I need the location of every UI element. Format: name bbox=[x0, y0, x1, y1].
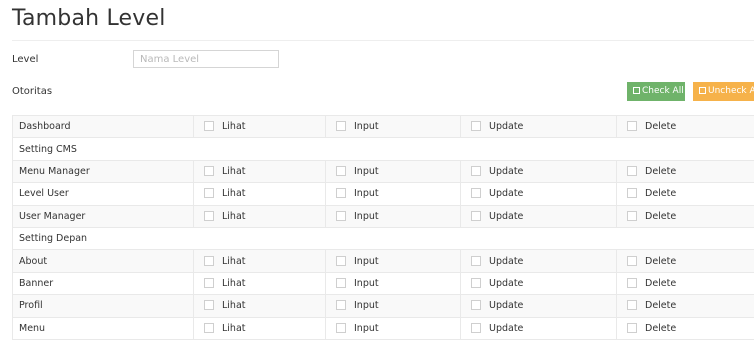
table-row: Level User Lihat Input Update Delete bbox=[12, 182, 754, 206]
delete-checkbox[interactable] bbox=[627, 165, 637, 176]
update-checkbox[interactable] bbox=[471, 165, 481, 176]
check-all-button[interactable]: Check All bbox=[627, 82, 685, 101]
uncheck-all-label: Uncheck A bbox=[708, 86, 754, 96]
lihat-label: Lihat bbox=[222, 255, 246, 267]
menu-name: Level User bbox=[12, 182, 194, 206]
table-row: Profil Lihat Input Update Delete bbox=[12, 294, 754, 318]
table-row: Banner Lihat Input Update Delete bbox=[12, 271, 754, 296]
lihat-checkbox[interactable] bbox=[204, 210, 214, 221]
delete-checkbox[interactable] bbox=[627, 255, 637, 266]
input-checkbox[interactable] bbox=[336, 255, 346, 266]
table-row: Menu Manager Lihat Input Update Delete bbox=[12, 159, 754, 184]
update-label: Update bbox=[489, 255, 524, 267]
otoritas-label: Otoritas bbox=[12, 86, 53, 97]
update-label: Update bbox=[489, 188, 524, 200]
update-label: Update bbox=[489, 165, 524, 177]
lihat-label: Lihat bbox=[222, 277, 246, 289]
update-label: Update bbox=[489, 322, 524, 334]
delete-checkbox[interactable] bbox=[627, 322, 637, 333]
input-label: Input bbox=[354, 277, 379, 289]
input-checkbox[interactable] bbox=[336, 121, 346, 132]
input-label: Input bbox=[354, 210, 379, 222]
delete-label: Delete bbox=[645, 121, 677, 133]
lihat-label: Lihat bbox=[222, 188, 246, 200]
input-checkbox[interactable] bbox=[336, 165, 346, 176]
table-row: Setting Depan bbox=[12, 226, 754, 251]
delete-checkbox[interactable] bbox=[627, 210, 637, 221]
menu-name: Menu Manager bbox=[12, 159, 194, 184]
lihat-checkbox[interactable] bbox=[204, 322, 214, 333]
lihat-checkbox[interactable] bbox=[204, 300, 214, 311]
lihat-label: Lihat bbox=[222, 165, 246, 177]
input-checkbox[interactable] bbox=[336, 188, 346, 199]
input-label: Input bbox=[354, 255, 379, 267]
lihat-label: Lihat bbox=[222, 322, 246, 334]
menu-name: Profil bbox=[12, 294, 194, 318]
level-label: Level bbox=[12, 54, 39, 65]
update-checkbox[interactable] bbox=[471, 255, 481, 266]
checkbox-empty-icon bbox=[699, 87, 706, 94]
title-divider bbox=[12, 40, 754, 41]
table-row: Dashboard Lihat Input Update Delete bbox=[12, 114, 754, 139]
update-checkbox[interactable] bbox=[471, 188, 481, 199]
menu-name: User Manager bbox=[12, 204, 194, 228]
section-header: Setting Depan bbox=[12, 226, 754, 251]
permission-table: Dashboard Lihat Input Update Delete Sett… bbox=[12, 114, 754, 340]
menu-name: Banner bbox=[12, 271, 194, 296]
input-label: Input bbox=[354, 188, 379, 200]
update-label: Update bbox=[489, 121, 524, 133]
delete-label: Delete bbox=[645, 322, 677, 334]
delete-checkbox[interactable] bbox=[627, 300, 637, 311]
update-checkbox[interactable] bbox=[471, 300, 481, 311]
table-row: About Lihat Input Update Delete bbox=[12, 249, 754, 273]
delete-label: Delete bbox=[645, 277, 677, 289]
menu-name: About bbox=[12, 249, 194, 273]
table-row: Setting CMS bbox=[12, 137, 754, 161]
update-label: Update bbox=[489, 300, 524, 312]
delete-checkbox[interactable] bbox=[627, 121, 637, 132]
input-checkbox[interactable] bbox=[336, 322, 346, 333]
check-all-label: Check All bbox=[642, 86, 684, 96]
input-checkbox[interactable] bbox=[336, 210, 346, 221]
checkbox-checked-icon bbox=[633, 87, 640, 94]
table-row: User Manager Lihat Input Update Delete bbox=[12, 204, 754, 228]
lihat-checkbox[interactable] bbox=[204, 165, 214, 176]
lihat-checkbox[interactable] bbox=[204, 277, 214, 288]
update-checkbox[interactable] bbox=[471, 322, 481, 333]
delete-label: Delete bbox=[645, 300, 677, 312]
update-checkbox[interactable] bbox=[471, 121, 481, 132]
delete-label: Delete bbox=[645, 188, 677, 200]
section-header: Setting CMS bbox=[12, 137, 754, 161]
update-label: Update bbox=[489, 277, 524, 289]
page-title: Tambah Level bbox=[12, 6, 166, 31]
lihat-checkbox[interactable] bbox=[204, 121, 214, 132]
lihat-label: Lihat bbox=[222, 210, 246, 222]
delete-label: Delete bbox=[645, 165, 677, 177]
input-label: Input bbox=[354, 322, 379, 334]
update-checkbox[interactable] bbox=[471, 210, 481, 221]
update-checkbox[interactable] bbox=[471, 277, 481, 288]
menu-name: Dashboard bbox=[12, 114, 194, 139]
delete-label: Delete bbox=[645, 210, 677, 222]
lihat-checkbox[interactable] bbox=[204, 188, 214, 199]
input-label: Input bbox=[354, 121, 379, 133]
input-checkbox[interactable] bbox=[336, 277, 346, 288]
update-label: Update bbox=[489, 210, 524, 222]
delete-label: Delete bbox=[645, 255, 677, 267]
level-name-input[interactable] bbox=[133, 50, 279, 68]
table-row: Menu Lihat Input Update Delete bbox=[12, 316, 754, 340]
input-checkbox[interactable] bbox=[336, 300, 346, 311]
delete-checkbox[interactable] bbox=[627, 188, 637, 199]
input-label: Input bbox=[354, 165, 379, 177]
lihat-label: Lihat bbox=[222, 121, 246, 133]
menu-name: Menu bbox=[12, 316, 194, 340]
input-label: Input bbox=[354, 300, 379, 312]
uncheck-all-button[interactable]: Uncheck A bbox=[693, 82, 754, 101]
lihat-label: Lihat bbox=[222, 300, 246, 312]
lihat-checkbox[interactable] bbox=[204, 255, 214, 266]
delete-checkbox[interactable] bbox=[627, 277, 637, 288]
